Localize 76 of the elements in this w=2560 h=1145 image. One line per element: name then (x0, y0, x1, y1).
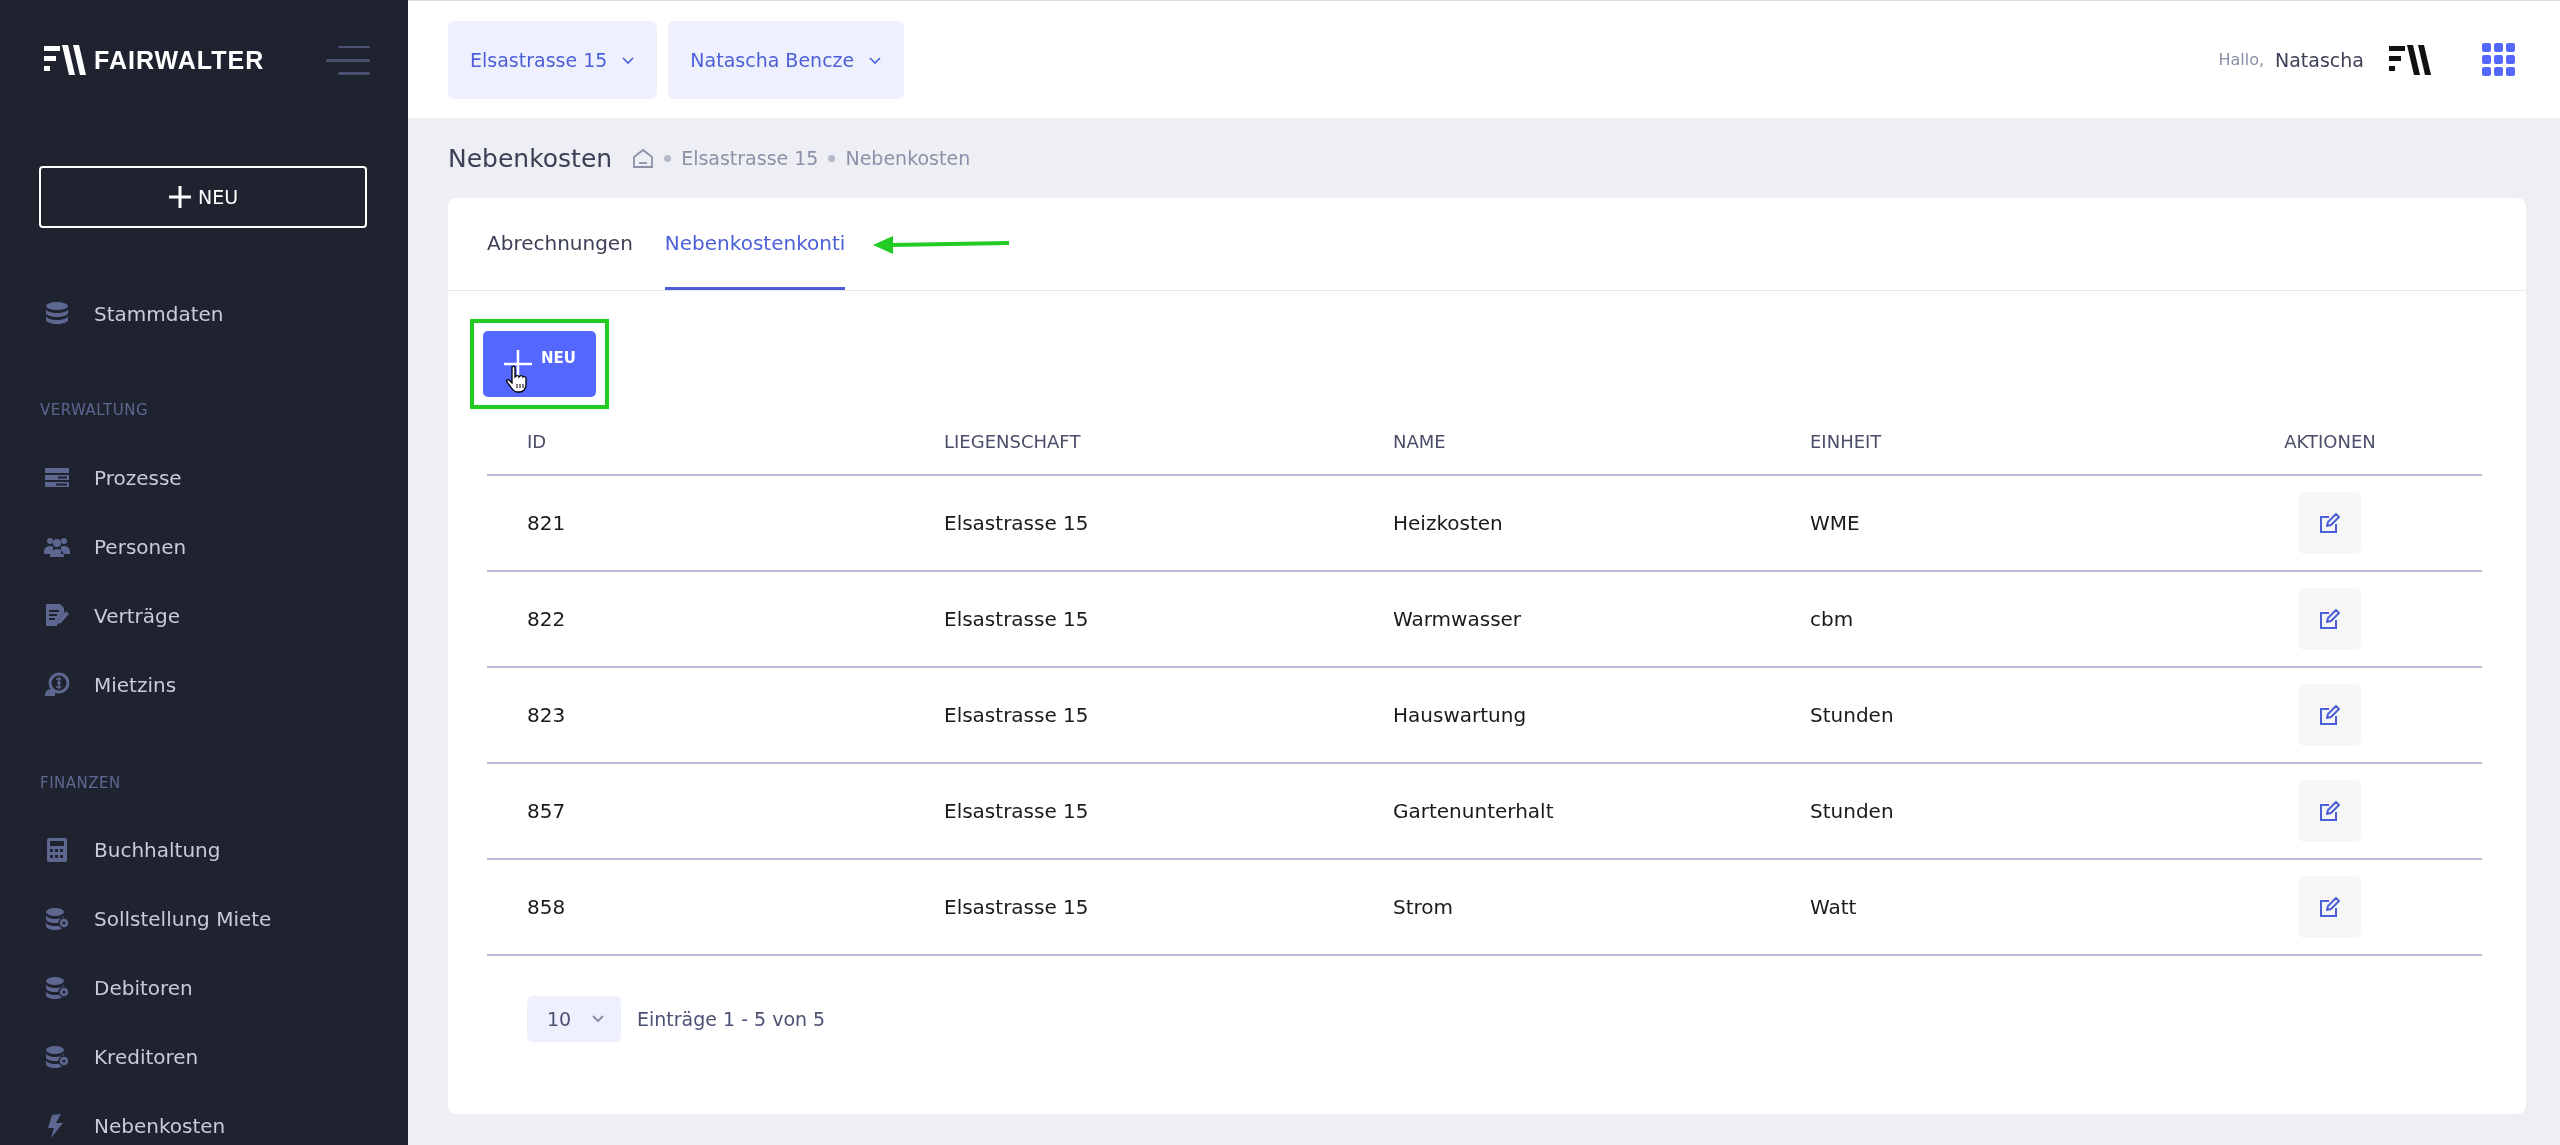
table-cell-text: 858 (526, 895, 567, 919)
page-title: Nebenkosten (448, 143, 613, 173)
tab[interactable]: Nebenkostenkonti (664, 198, 846, 290)
calculator-icon (44, 836, 70, 863)
edit-button[interactable] (2299, 588, 2361, 650)
separator-dot-icon (828, 154, 836, 162)
edit-icon (2318, 896, 2342, 918)
edit-button[interactable] (2299, 684, 2361, 746)
sidebar-item[interactable]: Mietzins (0, 650, 408, 719)
home-icon[interactable] (632, 148, 655, 168)
coin-stack-icon (44, 1043, 70, 1070)
table-cell-text: 823 (526, 703, 567, 727)
table-cell-text: cbm (1810, 607, 1855, 631)
table-cell-text: Gartenunterhalt (1393, 799, 1555, 823)
avatar-logo-icon (2389, 42, 2433, 77)
new-button[interactable]: NEU (483, 331, 596, 397)
chevron-down-icon (591, 1014, 605, 1024)
apps-grid-icon[interactable] (2482, 43, 2515, 76)
table-cell-text: Strom (1393, 895, 1455, 919)
table-cell-text: Watt (1810, 895, 1858, 919)
column-header: AKTIONEN (2283, 431, 2377, 452)
breadcrumb-item: Nebenkosten (845, 147, 971, 169)
table-cell-text: 821 (526, 511, 567, 535)
table-cell-text: 822 (526, 607, 567, 631)
table-cell-text: Heizkosten (1393, 511, 1504, 535)
logo-icon (44, 43, 88, 77)
tab[interactable]: Abrechnungen (487, 198, 633, 290)
table-cell-text: Elsastrasse 15 (944, 799, 1090, 823)
sidebar-item[interactable]: Kreditoren (0, 1022, 408, 1091)
sidebar-item[interactable]: Stammdaten (0, 279, 408, 348)
user-name[interactable]: Natascha (2275, 48, 2364, 71)
edit-icon (2318, 800, 2342, 822)
new-button[interactable]: NEU (39, 166, 367, 228)
table-cell-text: Elsastrasse 15 (944, 895, 1090, 919)
table-cell-text: Stunden (1810, 703, 1895, 727)
edit-icon (2318, 704, 2342, 726)
hand-cursor-icon (506, 365, 528, 393)
coin-stack-icon (44, 974, 70, 1001)
edit-icon (2318, 512, 2342, 534)
plus-icon (167, 185, 192, 209)
sidebar-item[interactable]: Verträge (0, 581, 408, 650)
logo-text: FAIRWALTER (94, 45, 265, 75)
table-cell-text: Elsastrasse 15 (944, 607, 1090, 631)
dropdown-button[interactable]: Elsastrasse 15 (448, 20, 658, 99)
table-cell-text: Hauswartung (1393, 703, 1528, 727)
column-header: NAME (1393, 431, 1447, 452)
coin-stack-icon (44, 905, 70, 932)
document-pen-icon (44, 602, 70, 629)
column-header: EINHEIT (1810, 431, 1883, 452)
table-cell-text: Elsastrasse 15 (944, 511, 1090, 535)
edit-button[interactable] (2299, 492, 2361, 554)
sidebar-item[interactable]: Sollstellung Miete (0, 884, 408, 953)
edit-button[interactable] (2299, 780, 2361, 842)
section-heading: FINANZEN (40, 774, 122, 794)
greeting-text: Hallo, (2218, 50, 2264, 69)
sidebar-item[interactable]: Debitoren (0, 953, 408, 1022)
sidebar-item[interactable]: Prozesse (0, 443, 408, 512)
page-size-dropdown[interactable]: 10 (527, 996, 621, 1042)
database-icon (44, 300, 70, 327)
separator-dot-icon (664, 154, 672, 162)
section-heading: VERWALTUNG (40, 401, 150, 421)
column-header: LIEGENSCHAFT (944, 431, 1082, 452)
sidebar-item[interactable]: Personen (0, 512, 408, 581)
table-cell-text: Warmwasser (1393, 607, 1523, 631)
table-cell-text: 857 (526, 799, 567, 823)
sidebar-item[interactable]: Nebenkosten (0, 1091, 408, 1145)
sidebar-item[interactable]: Buchhaltung (0, 815, 408, 884)
entries-summary: Einträge 1 - 5 von 5 (637, 1008, 826, 1030)
dropdown-button[interactable]: Natascha Bencze (668, 20, 905, 99)
coin-hand-icon (44, 671, 70, 698)
column-header: ID (526, 431, 548, 452)
table-cell-text: Elsastrasse 15 (944, 703, 1090, 727)
table-cell-text: Stunden (1810, 799, 1895, 823)
table-cell-text: WME (1810, 511, 1861, 535)
edit-icon (2318, 608, 2342, 630)
edit-button[interactable] (2299, 876, 2361, 938)
